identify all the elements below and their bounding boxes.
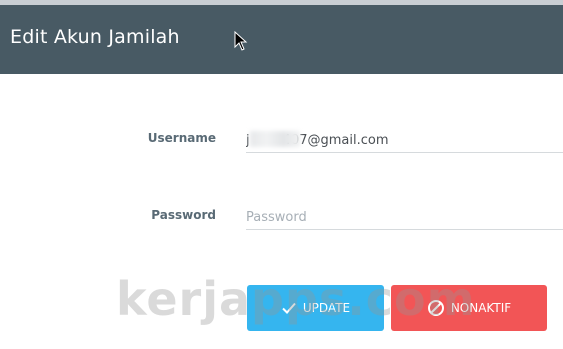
- update-button[interactable]: UPDATE: [247, 285, 384, 331]
- ban-icon: [427, 300, 444, 316]
- nonaktif-button[interactable]: NONAKTIF: [391, 285, 547, 331]
- page-title: Edit Akun Jamilah: [10, 26, 180, 48]
- mouse-cursor-icon: [234, 31, 248, 51]
- password-label: Password: [151, 208, 216, 222]
- update-button-label: UPDATE: [302, 301, 351, 315]
- username-label: Username: [147, 131, 216, 145]
- password-field[interactable]: [246, 205, 563, 230]
- redacted-username-blur: [250, 131, 300, 147]
- check-icon: [282, 302, 296, 314]
- nonaktif-button-label: NONAKTIF: [450, 301, 512, 315]
- page-header: Edit Akun Jamilah: [0, 5, 563, 74]
